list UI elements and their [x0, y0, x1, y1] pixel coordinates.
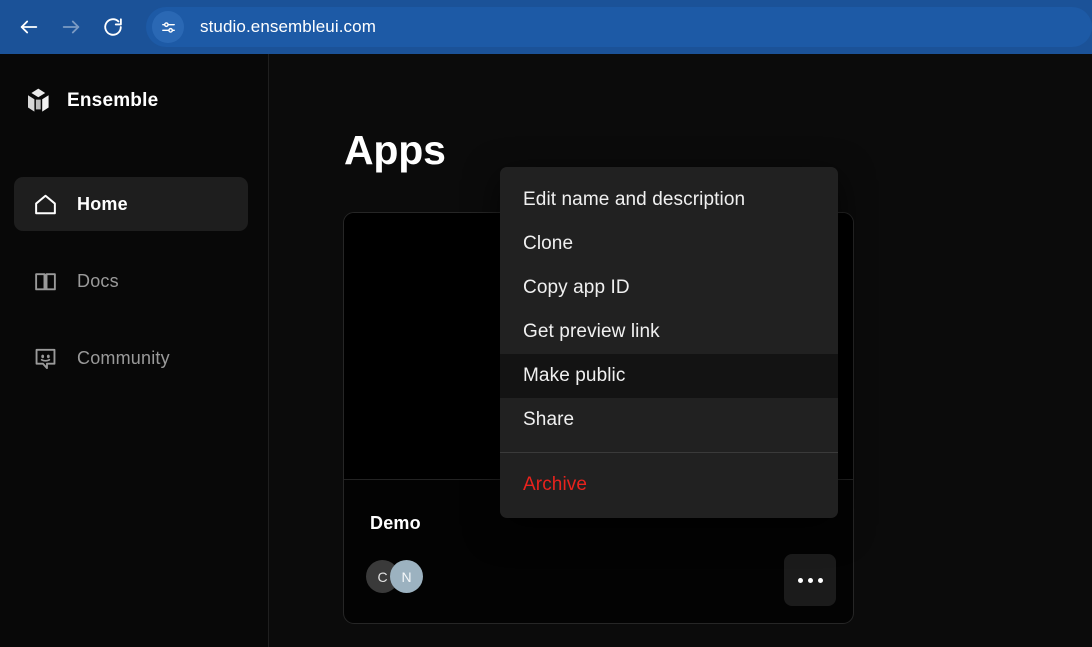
sidebar-item-home[interactable]: Home: [14, 177, 248, 231]
forward-button[interactable]: [50, 6, 92, 48]
sidebar-item-docs-label: Docs: [77, 271, 119, 292]
reload-icon: [102, 16, 124, 38]
ellipsis-horizontal-icon: [798, 578, 803, 583]
app-card-title: Demo: [370, 513, 421, 534]
brand-name: Ensemble: [67, 90, 158, 112]
ellipsis-horizontal-icon: [818, 578, 823, 583]
ellipsis-horizontal-icon: [808, 578, 813, 583]
arrow-left-icon: [18, 16, 40, 38]
app-card-overflow-button[interactable]: [784, 554, 836, 606]
home-icon: [31, 190, 59, 218]
brand-logo[interactable]: Ensemble: [26, 87, 158, 114]
app-shell: Ensemble Home Docs: [0, 54, 1092, 647]
menu-item-edit-name-and-description[interactable]: Edit name and description: [500, 178, 838, 222]
sidebar-item-docs[interactable]: Docs: [14, 254, 248, 308]
arrow-right-icon: [60, 16, 82, 38]
book-icon: [31, 267, 59, 295]
app-context-menu: Edit name and description Clone Copy app…: [500, 167, 838, 518]
url-text: studio.ensembleui.com: [200, 17, 376, 37]
site-settings-button[interactable]: [152, 11, 184, 43]
ensemble-cube-logo-icon: [26, 87, 51, 114]
sidebar-item-community-label: Community: [77, 348, 170, 369]
address-bar[interactable]: studio.ensembleui.com: [146, 7, 1092, 47]
sliders-icon: [160, 19, 177, 36]
menu-item-clone[interactable]: Clone: [500, 222, 838, 266]
sidebar: Ensemble Home Docs: [0, 54, 269, 647]
main-content: Apps Demo C N Edit name and description …: [269, 54, 1092, 647]
menu-item-archive[interactable]: Archive: [500, 463, 838, 507]
menu-item-get-preview-link[interactable]: Get preview link: [500, 310, 838, 354]
sidebar-item-community[interactable]: Community: [14, 331, 248, 385]
page-title: Apps: [344, 127, 446, 174]
reload-button[interactable]: [92, 6, 134, 48]
avatar[interactable]: N: [390, 560, 423, 593]
menu-item-share[interactable]: Share: [500, 398, 838, 442]
sidebar-nav: Home Docs: [14, 177, 248, 408]
menu-item-copy-app-id[interactable]: Copy app ID: [500, 266, 838, 310]
discord-chat-icon: [31, 344, 59, 372]
menu-separator: [500, 452, 838, 453]
collaborator-avatars: C N: [366, 560, 423, 593]
back-button[interactable]: [8, 6, 50, 48]
sidebar-item-home-label: Home: [77, 194, 128, 215]
browser-toolbar: studio.ensembleui.com: [0, 0, 1092, 54]
menu-item-make-public[interactable]: Make public: [500, 354, 838, 398]
